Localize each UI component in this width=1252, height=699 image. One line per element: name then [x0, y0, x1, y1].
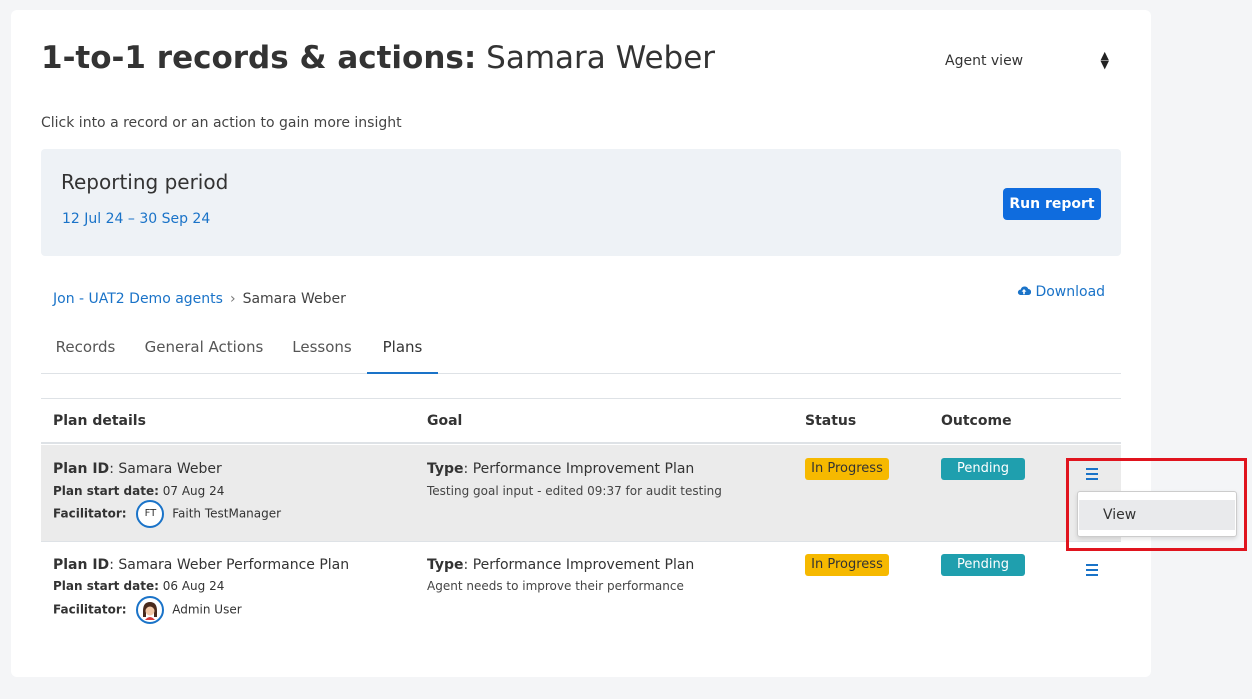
reporting-period-panel: Reporting period 12 Jul 24 – 30 Sep 24 R…	[41, 149, 1121, 256]
plan-start-date: Plan start date: 07 Aug 24	[53, 484, 224, 498]
plan-id-label: Plan ID	[53, 461, 110, 477]
reporting-period-dates[interactable]: 12 Jul 24 – 30 Sep 24	[62, 211, 210, 227]
tab-plans[interactable]: Plans	[367, 330, 438, 374]
facilitator-name: Admin User	[172, 602, 242, 617]
plan-start-date-label: Plan start date:	[53, 484, 159, 498]
outcome-badge: Pending	[941, 554, 1025, 576]
download-label: Download	[1035, 284, 1106, 300]
user-avatar-icon	[140, 600, 161, 620]
plan-id-colon: :	[109, 557, 119, 573]
facilitator-label: Facilitator:	[53, 602, 127, 617]
tab-general-actions[interactable]: General Actions	[131, 330, 277, 374]
plan-start-date-label: Plan start date:	[53, 579, 159, 593]
page-title: 1-to-1 records & actions: Samara Weber	[41, 40, 715, 76]
facilitator-name: Faith TestManager	[172, 506, 282, 521]
facilitator: Facilitator: FT Faith TestManager	[53, 500, 281, 528]
breadcrumb-separator: ›	[229, 291, 236, 307]
plan-start-date-value: 06 Aug 24	[162, 579, 225, 593]
page-subtitle: Click into a record or an action to gain…	[41, 115, 402, 131]
goal-note: Agent needs to improve their performance	[427, 579, 684, 593]
breadcrumb-current: Samara Weber	[242, 291, 346, 307]
goal-type-colon: :	[463, 557, 473, 573]
outcome-badge: Pending	[941, 458, 1025, 480]
plan-id: Plan ID: Samara Weber	[53, 461, 222, 477]
goal-type: Type: Performance Improvement Plan	[427, 557, 694, 573]
column-header-status: Status	[805, 413, 857, 429]
avatar: FT	[136, 500, 165, 528]
tab-bar: Records General Actions Lessons Plans	[41, 330, 1121, 374]
status-badge: In Progress	[805, 458, 889, 480]
column-header-goal: Goal	[427, 413, 463, 429]
goal-note: Testing goal input - edited 09:37 for au…	[427, 484, 722, 498]
column-header-outcome: Outcome	[941, 413, 1012, 429]
facilitator: Facilitator: Admin User	[53, 596, 242, 624]
plan-id-label: Plan ID	[53, 557, 110, 573]
breadcrumb: Jon - UAT2 Demo agents › Samara Weber	[53, 291, 346, 307]
highlight-box	[1066, 458, 1247, 551]
tab-records[interactable]: Records	[41, 330, 130, 374]
goal-type-label: Type	[427, 461, 464, 477]
goal-type-colon: :	[463, 461, 473, 477]
plan-start-date-value: 07 Aug 24	[162, 484, 225, 498]
goal-type: Type: Performance Improvement Plan	[427, 461, 694, 477]
goal-type-value: Performance Improvement Plan	[472, 461, 695, 477]
table-header: Plan details Goal Status Outcome	[41, 398, 1121, 444]
plan-start-date: Plan start date: 06 Aug 24	[53, 579, 224, 593]
cloud-upload-icon	[1017, 286, 1032, 296]
column-header-plan-details: Plan details	[53, 413, 146, 429]
plan-id-value: Samara Weber Performance Plan	[118, 557, 350, 573]
page-title-name: Samara Weber	[486, 40, 716, 76]
view-select-value: Agent view	[945, 53, 1024, 69]
plan-id-colon: :	[109, 461, 119, 477]
tab-lessons[interactable]: Lessons	[278, 330, 366, 374]
sort-arrows-icon: ▲ ▼	[1100, 49, 1109, 71]
breadcrumb-parent-link[interactable]: Jon - UAT2 Demo agents	[53, 291, 223, 307]
status-badge: In Progress	[805, 554, 889, 576]
plan-id: Plan ID: Samara Weber Performance Plan	[53, 557, 349, 573]
goal-type-value: Performance Improvement Plan	[472, 557, 695, 573]
table-row[interactable]: Plan ID: Samara Weber Performance Plan P…	[41, 542, 1121, 639]
download-link[interactable]: Download	[1017, 284, 1105, 300]
page-title-prefix: 1-to-1 records & actions:	[41, 40, 477, 76]
reporting-period-title: Reporting period	[61, 170, 229, 194]
table-row[interactable]: Plan ID: Samara Weber Plan start date: 0…	[41, 445, 1121, 542]
run-report-button[interactable]: Run report	[1003, 188, 1101, 220]
facilitator-label: Facilitator:	[53, 506, 127, 521]
goal-type-label: Type	[427, 557, 464, 573]
view-select[interactable]: Agent view ▲ ▼	[945, 49, 1115, 71]
plan-id-value: Samara Weber	[118, 461, 222, 477]
hamburger-menu-icon[interactable]	[1086, 564, 1098, 579]
avatar	[136, 596, 165, 624]
